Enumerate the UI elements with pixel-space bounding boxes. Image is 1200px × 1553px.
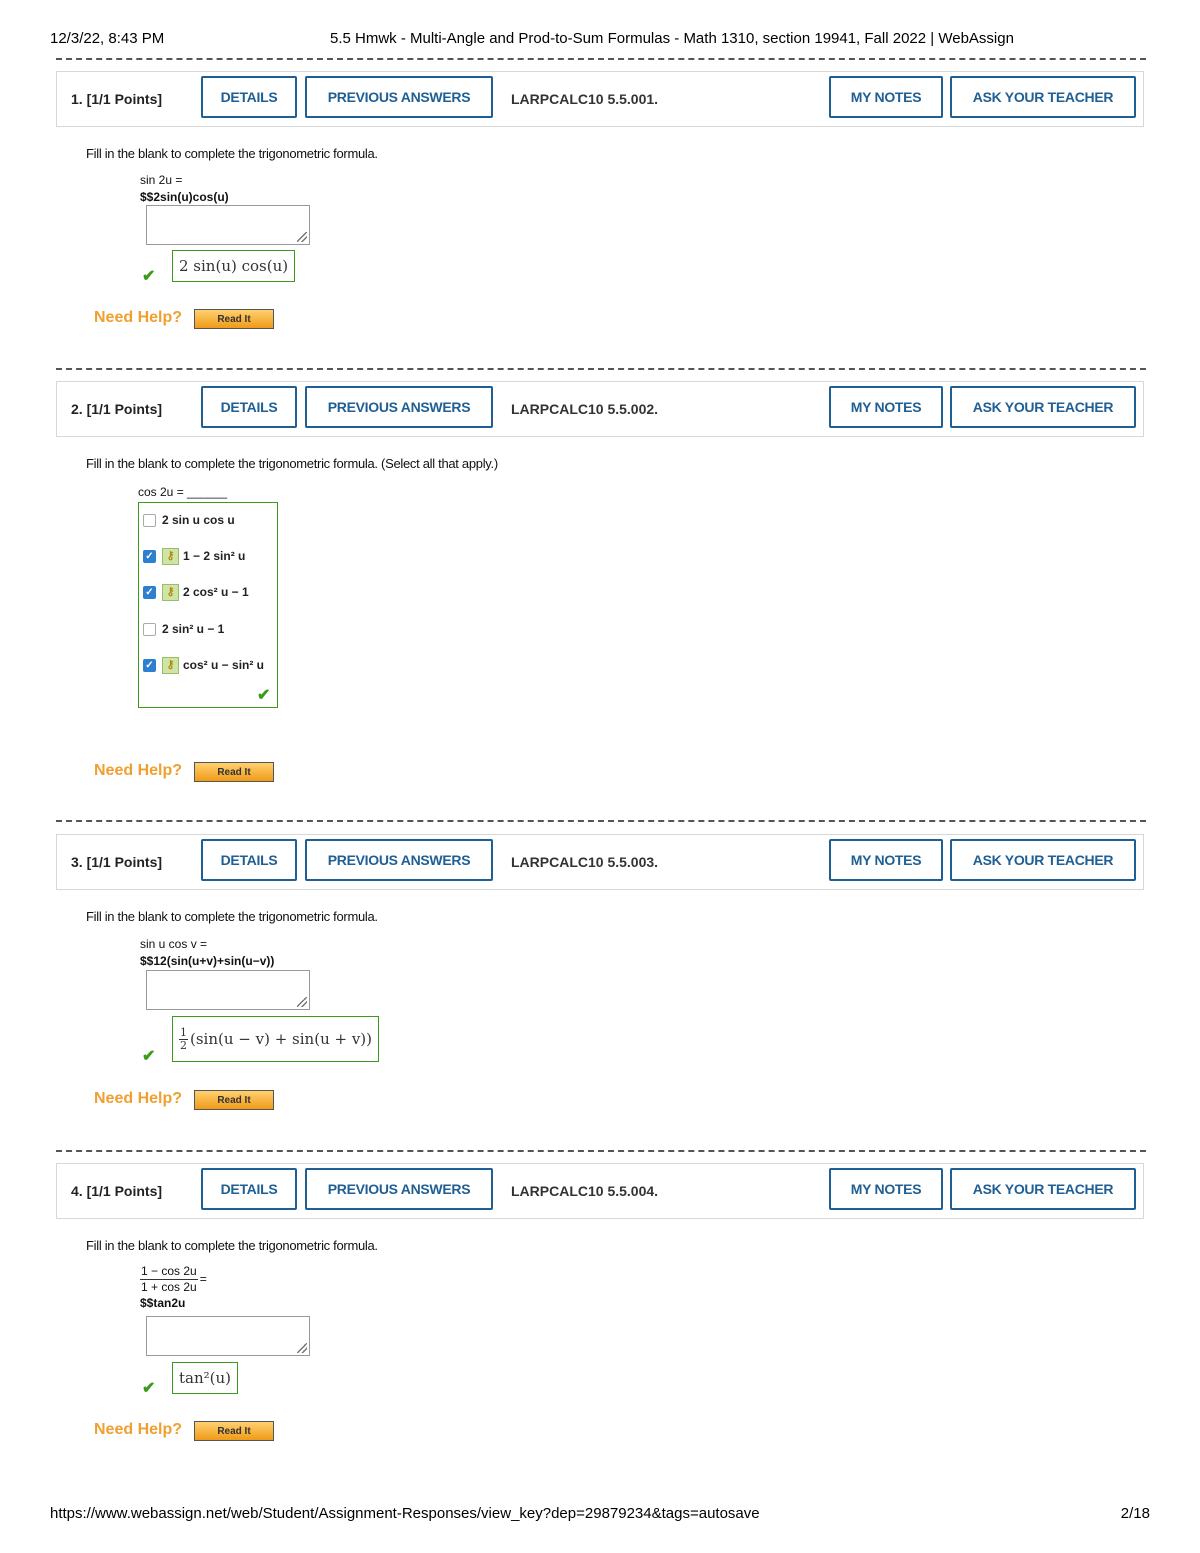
formula: sin u cos v = $$12(sin(u+v)+sin(u−v)) (140, 937, 275, 968)
check-icon: ✔ (142, 1380, 156, 1397)
checkbox-checked[interactable]: ✓ (143, 658, 156, 672)
checkbox-checked[interactable]: ✓ (143, 549, 156, 563)
choice-list: 2 sin u cos u ✓ ⚷ 1 − 2 sin² u ✓ ⚷ 2 cos… (138, 502, 278, 708)
read-it-button[interactable]: Read It (194, 1421, 274, 1441)
details-button[interactable]: DETAILS (201, 1168, 297, 1210)
checkbox[interactable] (143, 622, 156, 636)
key-icon: ⚷ (162, 656, 179, 674)
formula: 1 − cos 2u 1 + cos 2u = $$tan2u (140, 1264, 207, 1310)
previous-answers-button[interactable]: PREVIOUS ANSWERS (305, 1168, 493, 1210)
my-notes-button[interactable]: MY NOTES (829, 76, 943, 118)
resize-handle-icon[interactable] (297, 232, 307, 242)
need-help-label: Need Help? (94, 1090, 183, 1107)
previous-answers-button[interactable]: PREVIOUS ANSWERS (305, 386, 493, 428)
question-number: 4. [1/1 Points] (71, 1183, 163, 1199)
choice-item[interactable]: 2 sin² u − 1 (143, 620, 224, 638)
choice-item[interactable]: ✓ ⚷ 2 cos² u − 1 (143, 583, 249, 601)
key-icon: ⚷ (162, 583, 179, 601)
question-number: 2. [1/1 Points] (71, 401, 163, 417)
correct-answer: tan²(u) (172, 1362, 239, 1394)
checkbox[interactable] (143, 513, 156, 527)
choice-item[interactable]: 2 sin u cos u (143, 511, 235, 529)
read-it-button[interactable]: Read It (194, 1090, 274, 1110)
divider (56, 368, 1146, 370)
question-4-header: 4. [1/1 Points] DETAILS PREVIOUS ANSWERS… (56, 1163, 1144, 1219)
question-2-header: 2. [1/1 Points] DETAILS PREVIOUS ANSWERS… (56, 381, 1144, 437)
ask-teacher-button[interactable]: ASK YOUR TEACHER (950, 76, 1136, 118)
previous-answers-button[interactable]: PREVIOUS ANSWERS (305, 839, 493, 881)
resize-handle-icon[interactable] (297, 1343, 307, 1353)
correct-answer: 12 (sin(u − v) + sin(u + v)) (172, 1016, 380, 1062)
question-prompt: Fill in the blank to complete the trigon… (86, 456, 498, 471)
divider (56, 820, 1146, 822)
read-it-button[interactable]: Read It (194, 762, 274, 782)
check-icon: ✔ (257, 687, 271, 704)
details-button[interactable]: DETAILS (201, 839, 297, 881)
question-reference: LARPCALC10 5.5.004. (511, 1183, 659, 1199)
answer-textarea[interactable] (146, 205, 310, 245)
question-reference: LARPCALC10 5.5.001. (511, 91, 659, 107)
my-notes-button[interactable]: MY NOTES (829, 386, 943, 428)
print-datetime: 12/3/22, 8:43 PM (50, 30, 165, 47)
my-notes-button[interactable]: MY NOTES (829, 1168, 943, 1210)
resize-handle-icon[interactable] (297, 997, 307, 1007)
question-3-header: 3. [1/1 Points] DETAILS PREVIOUS ANSWERS… (56, 834, 1144, 890)
checkbox-checked[interactable]: ✓ (143, 585, 156, 599)
question-1-header: 1. [1/1 Points] DETAILS PREVIOUS ANSWERS… (56, 71, 1144, 127)
question-prompt: Fill in the blank to complete the trigon… (86, 146, 378, 161)
choice-item[interactable]: ✓ ⚷ 1 − 2 sin² u (143, 547, 245, 565)
read-it-button[interactable]: Read It (194, 309, 274, 329)
fraction: 12 (179, 1025, 188, 1052)
previous-answers-button[interactable]: PREVIOUS ANSWERS (305, 76, 493, 118)
page-number: 2/18 (1120, 1505, 1150, 1522)
need-help-label: Need Help? (94, 1421, 183, 1438)
details-button[interactable]: DETAILS (201, 76, 297, 118)
question-reference: LARPCALC10 5.5.003. (511, 854, 659, 870)
page-title: 5.5 Hmwk - Multi-Angle and Prod-to-Sum F… (330, 30, 1014, 47)
my-notes-button[interactable]: MY NOTES (829, 839, 943, 881)
question-prompt: Fill in the blank to complete the trigon… (86, 909, 378, 924)
ask-teacher-button[interactable]: ASK YOUR TEACHER (950, 839, 1136, 881)
formula: cos 2u = ______ (138, 485, 228, 499)
print-header: 12/3/22, 8:43 PM 5.5 Hmwk - Multi-Angle … (50, 30, 1150, 48)
details-button[interactable]: DETAILS (201, 386, 297, 428)
question-prompt: Fill in the blank to complete the trigon… (86, 1238, 378, 1253)
divider (56, 1150, 1146, 1152)
question-number: 1. [1/1 Points] (71, 91, 163, 107)
formula: sin 2u = $$2sin(u)cos(u) (140, 173, 229, 204)
need-help-label: Need Help? (94, 309, 183, 326)
ask-teacher-button[interactable]: ASK YOUR TEACHER (950, 386, 1136, 428)
key-icon: ⚷ (162, 547, 179, 565)
ask-teacher-button[interactable]: ASK YOUR TEACHER (950, 1168, 1136, 1210)
divider (56, 58, 1146, 60)
page-url: https://www.webassign.net/web/Student/As… (50, 1505, 760, 1522)
answer-textarea[interactable] (146, 1316, 310, 1356)
check-icon: ✔ (142, 268, 156, 285)
check-icon: ✔ (142, 1048, 156, 1065)
choice-item[interactable]: ✓ ⚷ cos² u − sin² u (143, 656, 264, 674)
question-reference: LARPCALC10 5.5.002. (511, 401, 659, 417)
answer-textarea[interactable] (146, 970, 310, 1010)
need-help-label: Need Help? (94, 762, 183, 779)
question-number: 3. [1/1 Points] (71, 854, 163, 870)
correct-answer: 2 sin(u) cos(u) (172, 250, 296, 282)
